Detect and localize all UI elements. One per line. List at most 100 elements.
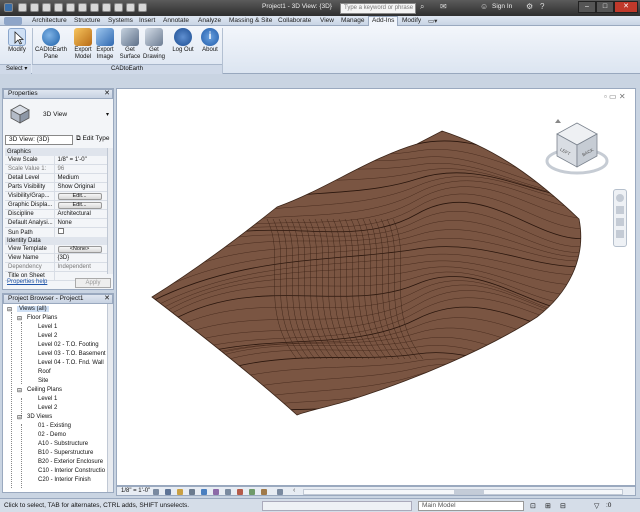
editable-only-icon[interactable]: ⊡: [530, 502, 536, 510]
3d-view-icon[interactable]: [114, 3, 123, 12]
exchange-icon[interactable]: ⚙: [526, 2, 533, 11]
tree-item-floor-plan[interactable]: Site: [38, 378, 48, 384]
tab-systems[interactable]: Systems: [108, 17, 133, 24]
shadows-icon[interactable]: [189, 489, 195, 495]
tab-structure[interactable]: Structure: [74, 17, 100, 24]
ribbon-toggle-icon[interactable]: ▭▾: [428, 17, 437, 25]
tag-icon[interactable]: [90, 3, 99, 12]
minimize-button[interactable]: –: [578, 1, 596, 13]
instance-selector[interactable]: 3D View: {3D}: [5, 135, 73, 145]
sun-path-checkbox[interactable]: [57, 228, 64, 234]
tree-item-3d-view[interactable]: C10 - Interior Constructio: [38, 468, 105, 474]
tree-item-3d-view[interactable]: B10 - Superstructure: [38, 450, 93, 456]
prop-value[interactable]: None: [54, 218, 109, 228]
tab-modify[interactable]: Modify: [402, 17, 421, 24]
home-icon[interactable]: [555, 119, 561, 123]
tab-analyze[interactable]: Analyze: [198, 17, 221, 24]
tab-view[interactable]: View: [320, 17, 334, 24]
tree-ceiling-plans[interactable]: Ceiling Plans: [27, 387, 62, 393]
section-icon[interactable]: [126, 3, 135, 12]
tree-item-floor-plan[interactable]: Level 2: [38, 333, 57, 339]
text-icon[interactable]: [102, 3, 111, 12]
viewcube[interactable]: LEFT BACK: [545, 117, 609, 181]
prop-value[interactable]: {3D}: [54, 253, 109, 263]
cadtoearth-pane-button[interactable]: CADtoEarth Pane: [34, 28, 68, 61]
tab-collaborate[interactable]: Collaborate: [278, 17, 311, 24]
browser-close-icon[interactable]: ✕: [104, 294, 110, 302]
edit-type-button[interactable]: ⧉ Edit Type: [76, 135, 109, 143]
get-surface-button[interactable]: Get Surface: [118, 28, 142, 61]
tree-item-floor-plan[interactable]: Level 04 - T.O. Fnd. Wall: [38, 360, 104, 366]
tree-item-3d-view[interactable]: C20 - Interior Finish: [38, 477, 91, 483]
modify-button[interactable]: Modify: [4, 28, 30, 54]
graphics-section-header[interactable]: Graphics: [5, 148, 109, 156]
maximize-button[interactable]: □: [596, 1, 614, 13]
properties-help-link[interactable]: Properties help: [7, 279, 47, 285]
tree-toggle-icon[interactable]: ⊟: [17, 414, 22, 421]
crop-view-icon[interactable]: [213, 489, 219, 495]
prop-value[interactable]: Architectural: [54, 209, 109, 219]
active-model-selector[interactable]: Main Model: [418, 501, 524, 511]
scrollbar-thumb[interactable]: [454, 490, 484, 494]
zoom-icon[interactable]: [616, 206, 624, 214]
tab-insert[interactable]: Insert: [139, 17, 155, 24]
tree-item-floor-plan[interactable]: Level 02 - T.O. Footing: [38, 342, 99, 348]
tree-item-3d-view[interactable]: B20 - Exterior Enclosure: [38, 459, 103, 465]
redo-icon[interactable]: [54, 3, 63, 12]
orbit-icon[interactable]: [616, 218, 624, 226]
tree-3d-views[interactable]: 3D Views: [27, 414, 52, 420]
tree-toggle-icon[interactable]: ⊟: [17, 315, 22, 322]
browser-scrollbar[interactable]: [107, 304, 113, 492]
save-icon[interactable]: [30, 3, 39, 12]
viewport-window-controls[interactable]: ▫ ▭ ✕: [604, 92, 626, 101]
identity-section-header[interactable]: Identity Data: [5, 237, 109, 245]
properties-close-icon[interactable]: ✕: [104, 89, 110, 97]
get-drawing-button[interactable]: Get Drawing: [142, 28, 166, 61]
tree-root-views[interactable]: Views (all): [17, 306, 49, 312]
about-button[interactable]: i About: [198, 28, 222, 54]
select-underlay-icon[interactable]: ⊟: [560, 502, 566, 510]
collapse-icon[interactable]: ‹: [293, 487, 295, 494]
tree-item-floor-plan[interactable]: Level 03 - T.O. Basement: [38, 351, 106, 357]
log-out-button[interactable]: Log Out: [170, 28, 196, 54]
tree-item-ceiling-plan[interactable]: Level 1: [38, 396, 57, 402]
tab-add-ins[interactable]: Add-Ins: [368, 16, 399, 26]
app-menu-icon[interactable]: [4, 3, 13, 12]
close-button[interactable]: ✕: [614, 1, 638, 13]
reveal-hidden-icon[interactable]: [261, 489, 267, 495]
steering-wheel-icon[interactable]: [616, 194, 624, 202]
help-icon[interactable]: ?: [540, 2, 544, 11]
tab-annotate[interactable]: Annotate: [163, 17, 189, 24]
tree-floor-plans[interactable]: Floor Plans: [27, 315, 57, 321]
3d-viewport[interactable]: ▫ ▭ ✕ LEFT BACK: [116, 88, 636, 486]
tree-item-ceiling-plan[interactable]: Level 2: [38, 405, 57, 411]
filter-icon[interactable]: ▽: [594, 502, 599, 510]
view-template-button[interactable]: <None>: [57, 246, 102, 253]
tab-architecture[interactable]: Architecture: [32, 17, 67, 24]
measure-icon[interactable]: [78, 3, 87, 12]
type-selector[interactable]: 3D View ▾: [5, 99, 111, 129]
show-crop-icon[interactable]: [225, 489, 231, 495]
view-scale-selector[interactable]: 1/8" = 1'-0": [121, 488, 150, 494]
export-image-button[interactable]: Export Image: [94, 28, 116, 61]
horizontal-scrollbar[interactable]: [303, 489, 623, 495]
select-group-dropdown[interactable]: Select ▾: [0, 64, 31, 74]
open-icon[interactable]: [18, 3, 27, 12]
sign-in-link[interactable]: Sign In: [492, 3, 512, 10]
select-links-icon[interactable]: ⊞: [545, 502, 551, 510]
apply-button[interactable]: Apply: [75, 278, 111, 288]
tree-item-floor-plan[interactable]: Level 1: [38, 324, 57, 330]
hide-isolate-icon[interactable]: [249, 489, 255, 495]
prop-value[interactable]: Show Original: [54, 182, 109, 192]
tab-manage[interactable]: Manage: [341, 17, 365, 24]
properties-scrollbar[interactable]: [107, 148, 113, 274]
render-icon[interactable]: [201, 489, 207, 495]
tree-toggle-icon[interactable]: ⊟: [17, 387, 22, 394]
prop-value[interactable]: 1/8" = 1'-0": [54, 156, 109, 165]
tree-item-floor-plan[interactable]: Roof: [38, 369, 51, 375]
sun-path-icon[interactable]: [177, 489, 183, 495]
prop-value[interactable]: Medium: [54, 173, 109, 183]
print-icon[interactable]: [66, 3, 75, 12]
tree-item-3d-view[interactable]: A10 - Substructure: [38, 441, 88, 447]
visual-style-icon[interactable]: [165, 489, 171, 495]
